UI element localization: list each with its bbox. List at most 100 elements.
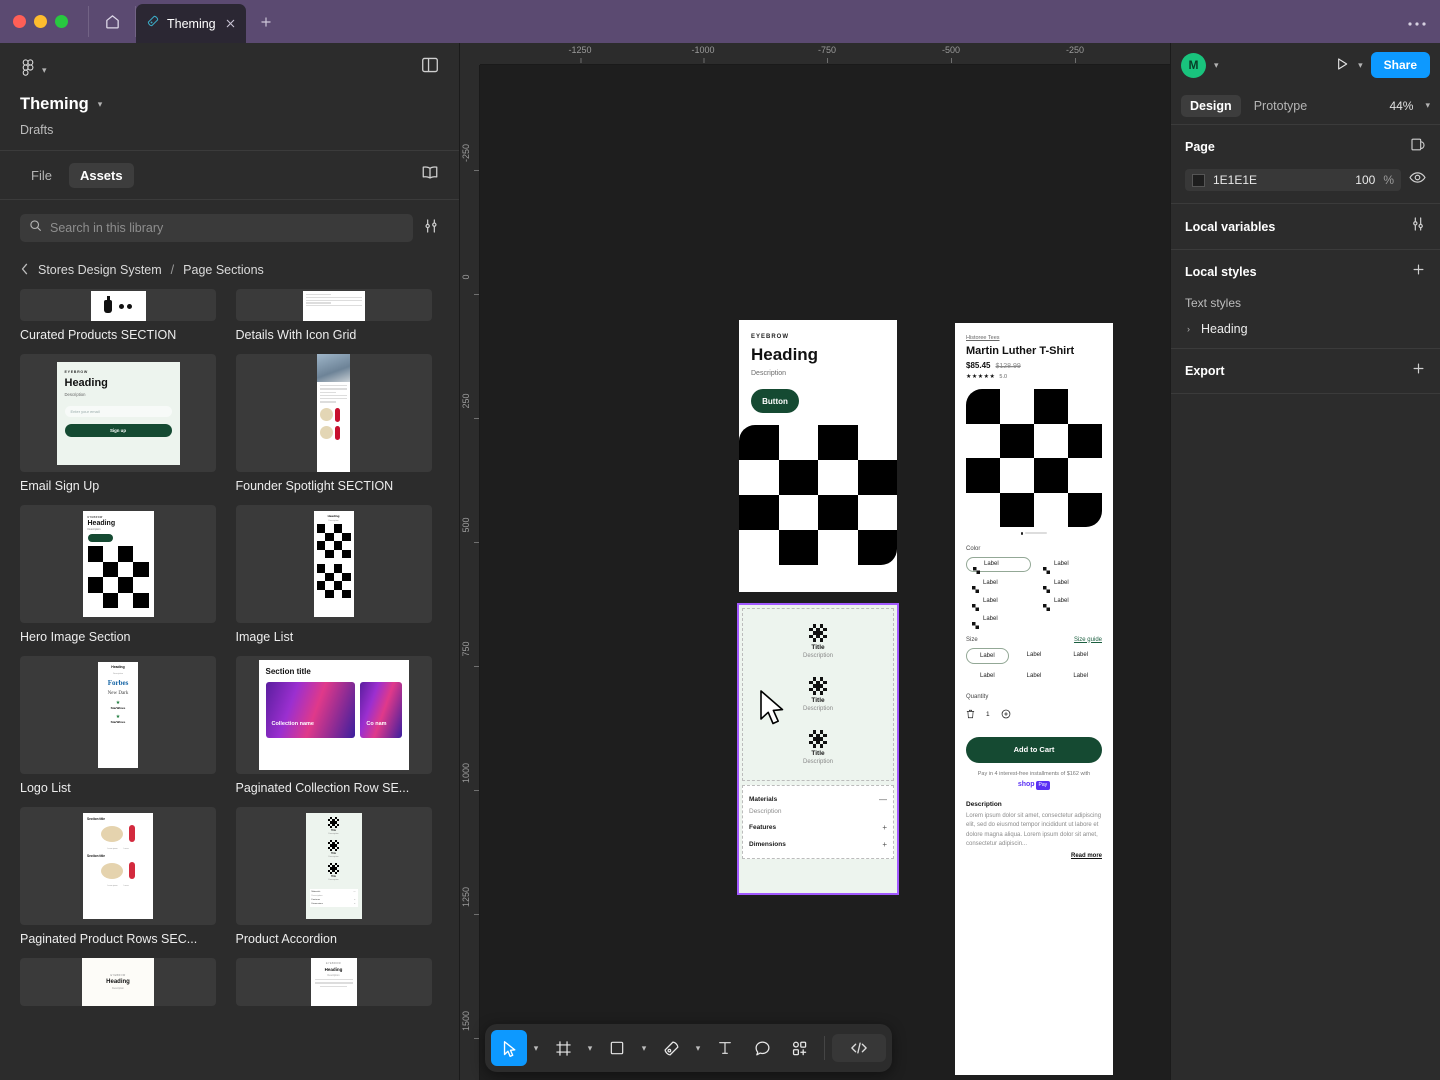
size-option[interactable]: Label [966, 669, 1009, 683]
text-tool[interactable] [707, 1030, 743, 1066]
frame-tool-chevron-down-icon[interactable]: ▾ [582, 1043, 598, 1054]
quantity-stepper[interactable]: 1 [966, 706, 1102, 724]
asset-item-curated-products[interactable]: Curated Products SECTION [20, 289, 224, 342]
color-option[interactable]: Label [966, 613, 1031, 626]
read-more-link[interactable]: Read more [966, 853, 1102, 859]
asset-item-next-row-left[interactable]: EYEBROW Heading Description [20, 958, 224, 1006]
size-option[interactable]: Label [966, 648, 1009, 664]
chevron-right-icon[interactable]: › [1187, 324, 1190, 334]
color-option[interactable]: Label [966, 557, 1031, 572]
asset-item-paginated-product-rows[interactable]: Section title Lorem ipsumLorem Section t… [20, 807, 224, 946]
asset-item-paginated-collection-row[interactable]: Section title Collection name Co nam Pag… [236, 656, 440, 795]
asset-item-next-row-right[interactable]: EYEBROW Heading Description [236, 958, 440, 1006]
size-option[interactable]: Label [1013, 648, 1056, 664]
pen-tool[interactable] [653, 1030, 689, 1066]
asset-thumbnail[interactable]: Section title Lorem ipsumLorem Section t… [20, 807, 216, 925]
image-fill-icon[interactable] [1410, 137, 1426, 157]
asset-thumbnail[interactable]: Heading Description Forbes New Dark ★Sta… [20, 656, 216, 774]
zoom-level[interactable]: 44% [1389, 99, 1413, 113]
color-option[interactable]: Label [966, 577, 1031, 590]
pen-tool-chevron-down-icon[interactable]: ▾ [690, 1043, 706, 1054]
accordion-row-materials[interactable]: Materials — [749, 791, 887, 808]
sliders-icon[interactable] [423, 218, 439, 239]
asset-thumbnail[interactable]: EYEBROW Heading Description [20, 505, 216, 623]
color-option[interactable]: Label [966, 595, 1031, 608]
variables-icon[interactable] [1410, 216, 1426, 237]
play-icon[interactable] [1334, 56, 1350, 75]
plus-icon[interactable] [1411, 262, 1426, 282]
asset-thumbnail[interactable] [236, 289, 432, 321]
asset-thumbnail[interactable]: TitleDescription TitleDescription TitleD… [236, 807, 432, 925]
tab-file[interactable]: File [20, 163, 63, 188]
artboard-product-detail-page[interactable]: Historee Tees Martin Luther T-Shirt $85.… [955, 323, 1113, 1075]
plus-icon[interactable]: + [882, 840, 887, 849]
canvas[interactable]: -1250 -1000 -750 -500 -250 -250 0 250 50… [460, 43, 1170, 1080]
plus-icon[interactable] [246, 0, 286, 43]
breadcrumb-root[interactable]: Stores Design System [38, 263, 162, 277]
color-option[interactable]: Label [1037, 557, 1102, 572]
asset-thumbnail[interactable]: Heading Description [236, 505, 432, 623]
share-button[interactable]: Share [1371, 52, 1430, 78]
trash-icon[interactable] [966, 706, 975, 724]
asset-item-image-list[interactable]: Heading Description [236, 505, 440, 644]
opacity-value[interactable]: 100 [1355, 173, 1375, 187]
code-brackets-icon[interactable] [832, 1034, 886, 1062]
actions-tool[interactable] [781, 1030, 817, 1066]
frame-tool[interactable] [545, 1030, 581, 1066]
figma-menu-button[interactable]: ▾ [20, 59, 47, 82]
plus-circle-icon[interactable] [1001, 706, 1011, 724]
artboard-hero-image-section[interactable]: EYEBROW Heading Description Button [739, 320, 897, 592]
search-input[interactable]: Search in this library [20, 214, 413, 242]
comment-tool[interactable] [744, 1030, 780, 1066]
tab-prototype[interactable]: Prototype [1245, 95, 1317, 117]
move-tool[interactable] [491, 1030, 527, 1066]
shape-tool-chevron-down-icon[interactable]: ▾ [636, 1043, 652, 1054]
pdp-brand[interactable]: Historee Tees [966, 335, 1102, 341]
home-icon[interactable] [89, 0, 135, 43]
asset-item-logo-list[interactable]: Heading Description Forbes New Dark ★Sta… [20, 656, 224, 795]
minimize-window-button[interactable] [34, 15, 47, 28]
asset-thumbnail[interactable] [236, 354, 432, 472]
close-icon[interactable] [225, 17, 236, 31]
asset-item-product-accordion[interactable]: TitleDescription TitleDescription TitleD… [236, 807, 440, 946]
style-item-heading[interactable]: › Heading [1185, 322, 1426, 336]
browser-tab-theming[interactable]: Theming [136, 4, 246, 43]
move-tool-chevron-down-icon[interactable]: ▾ [528, 1043, 544, 1054]
file-title-row[interactable]: Theming ▾ [20, 95, 102, 114]
asset-item-founder-spotlight[interactable]: Founder Spotlight SECTION [236, 354, 440, 493]
add-to-cart-button[interactable]: Add to Cart [966, 737, 1102, 763]
asset-thumbnail[interactable]: Section title Collection name Co nam [236, 656, 432, 774]
close-window-button[interactable] [13, 15, 26, 28]
tool-bar[interactable]: ▾ ▾ ▾ ▾ [485, 1024, 892, 1072]
shape-tool[interactable] [599, 1030, 635, 1066]
canvas-area[interactable]: EYEBROW Heading Description Button Title [480, 65, 1170, 1080]
asset-item-hero-image-section[interactable]: EYEBROW Heading Description Hero Image S… [20, 505, 224, 644]
chevron-down-icon[interactable]: ▾ [1425, 100, 1430, 111]
book-icon[interactable] [421, 165, 439, 185]
more-horizontal-icon[interactable] [1408, 12, 1426, 32]
chevron-left-icon[interactable] [20, 263, 29, 278]
size-guide-link[interactable]: Size guide [1074, 637, 1102, 643]
layout-panel-icon[interactable] [421, 57, 439, 78]
accordion-row-dimensions[interactable]: Dimensions + [749, 836, 887, 853]
plus-icon[interactable]: + [882, 823, 887, 832]
chevron-down-icon[interactable]: ▾ [1214, 60, 1219, 71]
pdp-carousel-dots[interactable] [966, 532, 1102, 535]
accordion-row-features[interactable]: Features + [749, 819, 887, 836]
artboard-product-accordion[interactable]: Title Description Title Description Titl… [739, 605, 897, 893]
window-controls[interactable] [0, 0, 88, 43]
asset-item-email-sign-up[interactable]: EYEBROW Heading Description Enter your e… [20, 354, 224, 493]
size-option[interactable]: Label [1013, 669, 1056, 683]
color-swatch[interactable] [1192, 174, 1205, 187]
color-option[interactable]: Label [1037, 577, 1102, 590]
plus-icon[interactable] [1411, 361, 1426, 381]
color-hex-value[interactable]: 1E1E1E [1213, 173, 1257, 187]
avatar[interactable]: M [1181, 53, 1206, 78]
asset-thumbnail[interactable]: EYEBROW Heading Description Enter your e… [20, 354, 216, 472]
chevron-down-icon[interactable]: ▾ [1358, 60, 1363, 71]
color-option[interactable]: Label [1037, 595, 1102, 608]
local-variables-section[interactable]: Local variables [1171, 204, 1440, 250]
tab-assets[interactable]: Assets [69, 163, 134, 188]
asset-thumbnail[interactable]: EYEBROW Heading Description [236, 958, 432, 1006]
chevron-down-icon[interactable]: ▾ [98, 99, 103, 110]
